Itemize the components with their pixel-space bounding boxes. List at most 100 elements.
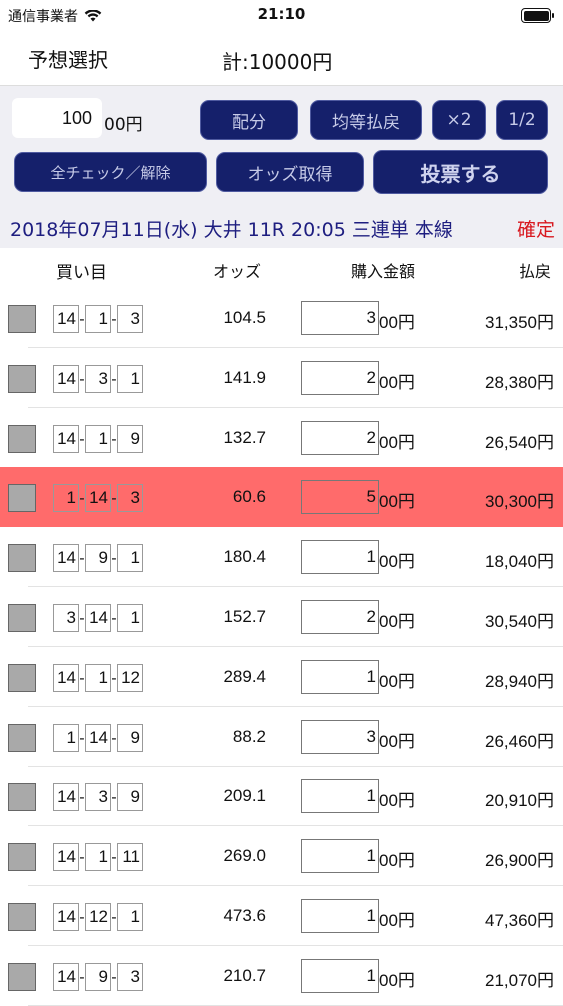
third-horse-number: 12 bbox=[117, 663, 143, 692]
second-horse-number: 1 bbox=[85, 663, 111, 692]
row-checkbox[interactable] bbox=[8, 663, 36, 692]
bet-amount-input[interactable]: 1 bbox=[301, 958, 379, 993]
odds-value: 152.7 bbox=[223, 607, 266, 626]
third-horse-number: 1 bbox=[117, 544, 143, 573]
page-title: 予想選択 bbox=[28, 48, 108, 72]
clock: 21:10 bbox=[257, 5, 306, 23]
table-row[interactable]: 14-1-11 269.0 1 00円 26,900円 bbox=[0, 826, 563, 887]
combination: 1-14-3 bbox=[53, 484, 143, 513]
second-horse-number: 14 bbox=[85, 604, 111, 632]
combination: 3-14-1 bbox=[53, 604, 143, 632]
table-row[interactable]: 14-9-3 210.7 1 00円 21,070円 bbox=[0, 946, 563, 1006]
payout-value: 28,380円 bbox=[485, 372, 554, 392]
control-panel: 100 00円 配分 均等払戻 ×2 1/2 全チェック／解除 オッズ取得 投票… bbox=[0, 86, 563, 204]
second-horse-number: 14 bbox=[85, 484, 111, 513]
row-checkbox[interactable] bbox=[8, 544, 36, 573]
row-checkbox[interactable] bbox=[8, 305, 36, 333]
odds-value: 473.6 bbox=[223, 906, 266, 925]
payout-value: 26,540円 bbox=[485, 432, 554, 452]
bet-amount-input[interactable]: 1 bbox=[301, 540, 379, 575]
check-all-button[interactable]: 全チェック／解除 bbox=[14, 152, 207, 192]
second-horse-number: 1 bbox=[85, 305, 111, 333]
first-horse-number: 14 bbox=[53, 783, 79, 812]
row-checkbox[interactable] bbox=[8, 962, 36, 991]
bet-amount-suffix: 00円 bbox=[379, 372, 415, 392]
half-button[interactable]: 1/2 bbox=[496, 100, 548, 140]
first-horse-number: 3 bbox=[53, 604, 79, 632]
combination: 14-1-3 bbox=[53, 305, 143, 333]
bet-amount-suffix: 00円 bbox=[379, 432, 415, 452]
second-horse-number: 3 bbox=[85, 364, 111, 393]
vote-button[interactable]: 投票する bbox=[373, 150, 548, 194]
bet-amount-input[interactable]: 1 bbox=[301, 779, 379, 814]
table-row[interactable]: 14-1-3 104.5 3 00円 31,350円 bbox=[0, 288, 563, 348]
combination: 14-9-1 bbox=[53, 544, 143, 573]
bet-amount-input[interactable]: 3 bbox=[301, 719, 379, 754]
second-horse-number: 14 bbox=[85, 723, 111, 752]
bet-amount-suffix: 00円 bbox=[379, 791, 415, 811]
combination: 14-3-9 bbox=[53, 783, 143, 812]
header: 予想選択 計:10000円 bbox=[0, 30, 563, 86]
row-checkbox[interactable] bbox=[8, 604, 36, 632]
bet-amount-suffix: 00円 bbox=[379, 552, 415, 572]
first-horse-number: 14 bbox=[53, 962, 79, 991]
bet-amount-suffix: 00円 bbox=[379, 970, 415, 990]
second-horse-number: 9 bbox=[85, 544, 111, 573]
table-row[interactable]: 14-3-1 141.9 2 00円 28,380円 bbox=[0, 348, 563, 408]
payout-value: 18,040円 bbox=[485, 552, 554, 572]
row-checkbox[interactable] bbox=[8, 424, 36, 453]
combination: 14-3-1 bbox=[53, 364, 143, 393]
equal-payout-button[interactable]: 均等払戻 bbox=[310, 100, 422, 140]
table-row[interactable]: 14-12-1 473.6 1 00円 47,360円 bbox=[0, 886, 563, 946]
odds-value: 289.4 bbox=[223, 666, 266, 686]
odds-value: 269.0 bbox=[223, 846, 266, 866]
row-checkbox[interactable] bbox=[8, 843, 36, 872]
table-row[interactable]: 3-14-1 152.7 2 00円 30,540円 bbox=[0, 587, 563, 647]
first-horse-number: 14 bbox=[53, 663, 79, 692]
first-horse-number: 14 bbox=[53, 903, 79, 931]
bet-amount-input[interactable]: 1 bbox=[301, 659, 379, 694]
bet-amount-suffix: 00円 bbox=[379, 851, 415, 871]
table-row[interactable]: 1-14-9 88.2 3 00円 26,460円 bbox=[0, 707, 563, 767]
payout-value: 28,940円 bbox=[485, 671, 554, 691]
status-bar: 通信事業者 21:10 bbox=[0, 0, 563, 30]
unit-amount-input[interactable]: 100 bbox=[12, 98, 102, 138]
third-horse-number: 3 bbox=[117, 962, 143, 991]
third-horse-number: 1 bbox=[117, 903, 143, 931]
combination: 14-1-12 bbox=[53, 663, 143, 692]
payout-value: 47,360円 bbox=[485, 911, 554, 930]
row-checkbox[interactable] bbox=[8, 484, 36, 513]
bet-amount-input[interactable]: 2 bbox=[301, 420, 379, 455]
third-horse-number: 1 bbox=[117, 604, 143, 632]
odds-value: 88.2 bbox=[232, 726, 266, 746]
bet-amount-input[interactable]: 3 bbox=[301, 301, 379, 335]
bet-amount-input[interactable]: 1 bbox=[301, 839, 379, 874]
odds-value: 132.7 bbox=[223, 427, 266, 447]
odds-value: 180.4 bbox=[223, 547, 266, 567]
second-horse-number: 9 bbox=[85, 962, 111, 991]
distribute-button[interactable]: 配分 bbox=[200, 100, 298, 140]
table-row[interactable]: 14-1-9 132.7 2 00円 26,540円 bbox=[0, 408, 563, 468]
bet-amount-input[interactable]: 1 bbox=[301, 899, 379, 933]
payout-value: 31,350円 bbox=[485, 313, 554, 332]
table-row[interactable]: 14-9-1 180.4 1 00円 18,040円 bbox=[0, 527, 563, 588]
combo-column-label: 買い目 bbox=[56, 263, 107, 283]
row-checkbox[interactable] bbox=[8, 723, 36, 752]
third-horse-number: 1 bbox=[117, 364, 143, 393]
combination: 14-1-9 bbox=[53, 424, 143, 453]
combination: 14-9-3 bbox=[53, 962, 143, 991]
table-row[interactable]: 14-1-12 289.4 1 00円 28,940円 bbox=[0, 647, 563, 707]
table-row[interactable]: 14-3-9 209.1 1 00円 20,910円 bbox=[0, 766, 563, 827]
first-horse-number: 14 bbox=[53, 544, 79, 573]
first-horse-number: 1 bbox=[53, 723, 79, 752]
row-checkbox[interactable] bbox=[8, 783, 36, 812]
bet-amount-input[interactable]: 2 bbox=[301, 360, 379, 395]
row-checkbox[interactable] bbox=[8, 903, 36, 931]
bet-amount-input[interactable]: 2 bbox=[301, 600, 379, 634]
get-odds-button[interactable]: オッズ取得 bbox=[216, 152, 364, 192]
odds-value: 141.9 bbox=[223, 367, 266, 387]
double-button[interactable]: ×2 bbox=[432, 100, 486, 140]
row-checkbox[interactable] bbox=[8, 364, 36, 393]
table-row[interactable]: 1-14-3 60.6 5 00円 30,300円 bbox=[0, 467, 563, 528]
bet-amount-input[interactable]: 5 bbox=[301, 480, 379, 515]
